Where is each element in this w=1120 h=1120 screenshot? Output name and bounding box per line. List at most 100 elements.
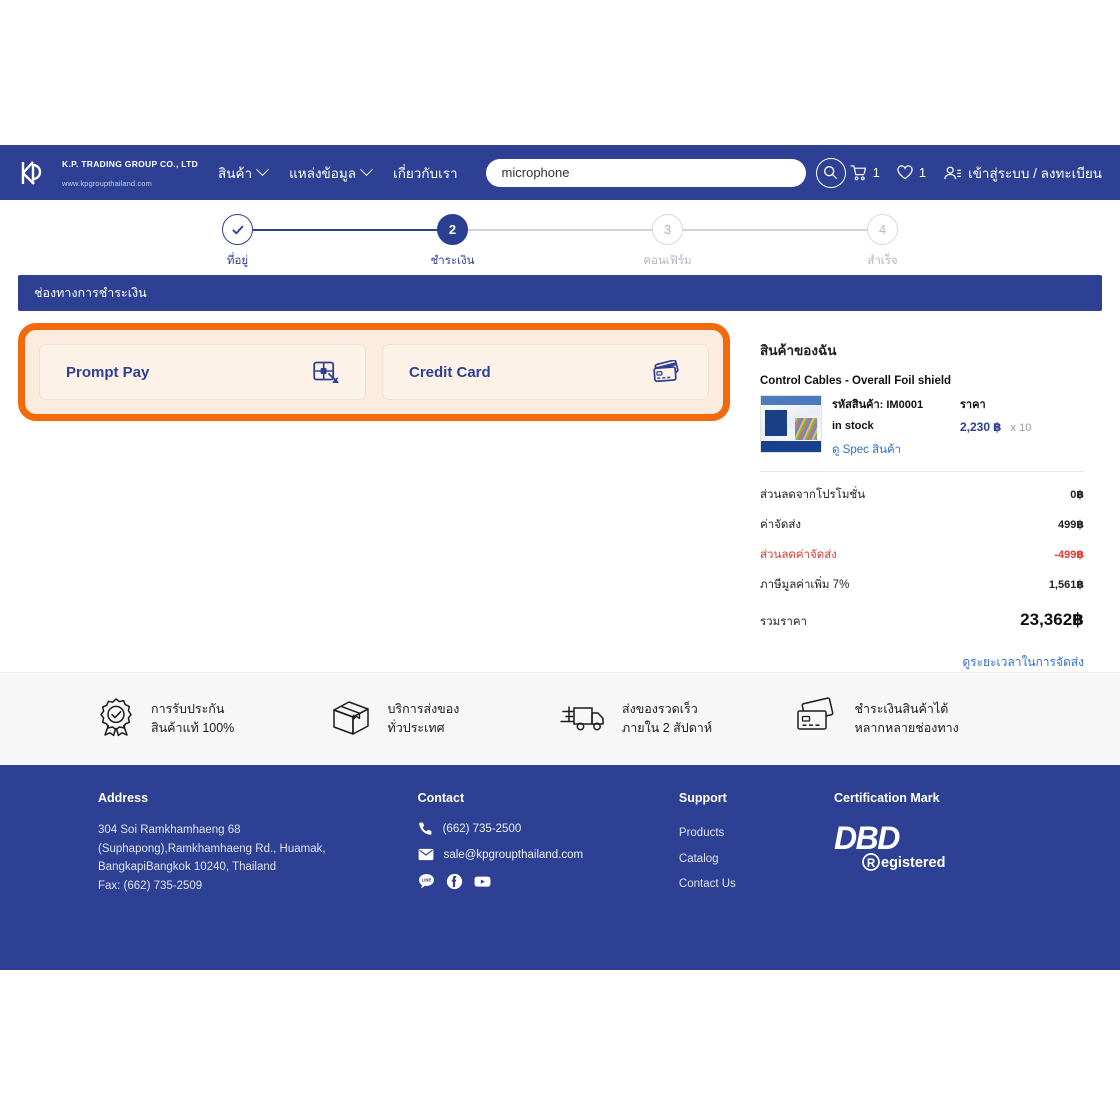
chevron-down-icon xyxy=(256,163,269,177)
feature-line1: การรับประกัน xyxy=(151,702,225,717)
summary-title: สินค้าของฉัน xyxy=(760,343,837,358)
facebook-icon[interactable] xyxy=(446,873,463,890)
address-line-2: (Suphapong),Ramkhamhaeng Rd., Huamak, xyxy=(98,842,326,855)
heart-icon xyxy=(897,165,913,180)
footer-address-column: Address 304 Soi Ramkhamhaeng 68 (Suphapo… xyxy=(98,791,418,898)
social-links: LINE xyxy=(418,873,679,890)
dbd-logo-text: DBD xyxy=(834,821,900,856)
feature-line1: บริการส่งของ xyxy=(387,702,460,717)
search-icon xyxy=(824,166,838,180)
summary-line-label: ภาษีมูลค่าเพิ่ม 7% xyxy=(760,579,850,591)
summary-line-label: ส่วนลดจากโปรโมชั่น xyxy=(760,489,866,501)
footer-certification-column: Certification Mark DBD R egistered xyxy=(834,791,1022,898)
step-bubble-4: 4 xyxy=(867,214,898,245)
page-root: K.P. TRADING GROUP CO., LTD www.kpgroupt… xyxy=(0,0,1120,1120)
support-link-contact-us[interactable]: Contact Us xyxy=(679,872,834,898)
contact-phone[interactable]: (662) 735-2500 xyxy=(418,821,679,836)
unit-price: 2,230 xyxy=(960,420,991,434)
footer-contact-column: Contact (662) 735-2500 sale@kpgroupthail… xyxy=(418,791,679,898)
guarantee-badge-icon xyxy=(95,696,137,743)
youtube-icon[interactable] xyxy=(474,873,491,890)
step-connector xyxy=(677,229,882,231)
feature-line2: ทั่วประเทศ xyxy=(387,721,445,735)
feature-fast-shipping: ส่งของรวดเร็ว ภายใน 2 สัปดาห์ xyxy=(560,697,793,742)
contact-email[interactable]: sale@kpgroupthailand.com xyxy=(418,848,679,861)
nav-item-about[interactable]: เกี่ยวกับเรา xyxy=(393,162,457,184)
logo-website: www.kpgroupthailand.com xyxy=(62,178,152,188)
main-content: Prompt Pay Credit Card สินค้าของฉัน Cont… xyxy=(0,323,1120,692)
nav-item-products[interactable]: สินค้า xyxy=(218,162,269,184)
fast-truck-icon xyxy=(560,697,608,742)
credit-card-icon xyxy=(652,360,682,384)
cart-button[interactable]: 1 xyxy=(849,164,880,181)
view-spec-link[interactable]: ดู Spec สินค้า xyxy=(832,441,1084,459)
summary-line-amount: 0฿ xyxy=(1070,489,1084,501)
step-success[interactable]: 4 สำเร็จ xyxy=(775,214,990,270)
feature-payment-channels: ชำระเงินสินค้าได้ หลากหลายช่องทาง xyxy=(793,696,1026,743)
feature-line2: สินค้าแท้ 100% xyxy=(151,721,235,735)
shipping-time-link[interactable]: ดูระยะเวลาในการจัดส่ง xyxy=(760,653,1084,672)
checkout-stepper: ที่อยู่ 2 ชำระเงิน 3 คอนเฟิร์ม 4 สำเร็จ xyxy=(0,214,1120,270)
order-summary-panel: สินค้าของฉัน Control Cables - Overall Fo… xyxy=(748,323,1100,692)
search-area xyxy=(485,157,846,188)
step-label-1: ที่อยู่ xyxy=(226,255,249,267)
wishlist-count: 1 xyxy=(918,165,927,180)
address-line-1: 304 Soi Ramkhamhaeng 68 xyxy=(98,824,241,836)
payment-option-label: Credit Card xyxy=(409,363,491,381)
search-box[interactable] xyxy=(485,158,806,187)
product-thumbnail xyxy=(760,395,822,453)
search-button[interactable] xyxy=(815,157,846,188)
phone-icon xyxy=(418,822,431,835)
search-input[interactable] xyxy=(501,165,790,180)
site-header: K.P. TRADING GROUP CO., LTD www.kpgroupt… xyxy=(0,145,1120,200)
grand-total-label: รวมราคา xyxy=(760,616,807,628)
feature-line1: ชำระเงินสินค้าได้ xyxy=(854,702,949,717)
features-strip: การรับประกัน สินค้าแท้ 100% บริการส่งของ… xyxy=(0,672,1120,765)
currency-symbol: ฿ xyxy=(993,420,1002,434)
feature-text: ชำระเงินสินค้าได้ หลากหลายช่องทาง xyxy=(855,700,959,738)
nav-item-resources[interactable]: แหล่งข้อมูล xyxy=(289,162,373,184)
footer-support-heading: Support xyxy=(678,791,727,805)
summary-line-amount: 499฿ xyxy=(1057,519,1084,531)
summary-line-label: ส่วนลดค่าจัดส่ง xyxy=(760,549,837,561)
feature-line2: หลากหลายช่องทาง xyxy=(854,721,959,735)
nav-label-about: เกี่ยวกับเรา xyxy=(393,165,458,181)
wishlist-button[interactable]: 1 xyxy=(897,165,926,180)
product-name: Control Cables - Overall Foil shield xyxy=(760,375,952,387)
support-link-products[interactable]: Products xyxy=(679,821,834,847)
product-row: รหัสสินค้า: IM0001 ราคา in stock 2,230 ฿… xyxy=(760,395,1084,472)
footer-support-column: Support Products Catalog Contact Us xyxy=(679,791,834,898)
nav-label-resources: แหล่งข้อมูล xyxy=(289,165,357,181)
summary-grand-total: รวมราคา 23,362฿ xyxy=(760,600,1084,631)
support-link-catalog[interactable]: Catalog xyxy=(679,847,834,873)
dbd-registered-logo[interactable]: DBD R egistered xyxy=(834,820,1022,878)
footer-address-heading: Address xyxy=(98,791,149,805)
feature-line2: ภายใน 2 สัปดาห์ xyxy=(622,721,713,735)
step-payment[interactable]: 2 ชำระเงิน xyxy=(345,214,667,270)
step-address[interactable]: ที่อยู่ xyxy=(130,214,452,270)
feature-text: ส่งของรวดเร็ว ภายใน 2 สัปดาห์ xyxy=(622,700,712,738)
site-footer: Address 304 Soi Ramkhamhaeng 68 (Suphapo… xyxy=(0,765,1120,970)
payment-option-prompt-pay[interactable]: Prompt Pay xyxy=(39,344,366,400)
payment-option-credit-card[interactable]: Credit Card xyxy=(382,344,709,400)
section-title-bar: ช่องทางการชำระเงิน xyxy=(18,275,1102,311)
site-logo[interactable]: K.P. TRADING GROUP CO., LTD www.kpgroupt… xyxy=(18,154,198,191)
step-label-2: ชำระเงิน xyxy=(430,255,475,267)
step-connector xyxy=(462,229,667,231)
footer-contact-heading: Contact xyxy=(417,791,465,805)
payment-cards-icon xyxy=(793,696,841,743)
user-account-icon xyxy=(944,166,962,179)
line-icon[interactable]: LINE xyxy=(418,873,435,890)
payment-methods-highlight: Prompt Pay Credit Card xyxy=(18,323,730,421)
feature-text: บริการส่งของ ทั่วประเทศ xyxy=(388,700,460,738)
bottom-blank-area xyxy=(0,970,1120,1120)
checkout-stepper-zone: ที่อยู่ 2 ชำระเงิน 3 คอนเฟิร์ม 4 สำเร็จ xyxy=(0,200,1120,275)
address-line-3: BangkapiBangkok 10240, Thailand xyxy=(98,861,277,874)
step-connector xyxy=(247,229,452,231)
step-confirm[interactable]: 3 คอนเฟิร์ม xyxy=(560,214,882,270)
quantity: x 10 xyxy=(1010,422,1032,434)
step-bubble-1 xyxy=(222,214,253,245)
account-button[interactable]: เข้าสู่ระบบ / ลงทะเบียน xyxy=(943,162,1102,184)
svg-text:R: R xyxy=(867,858,876,870)
main-nav: สินค้า แหล่งข้อมูล เกี่ยวกับเรา xyxy=(218,162,458,184)
